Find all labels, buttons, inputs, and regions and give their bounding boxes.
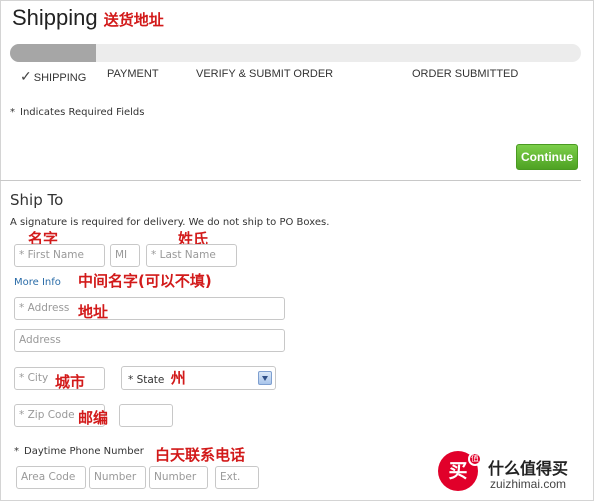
first-name-input[interactable]: * First Name [14, 244, 105, 267]
phone-number-1-input[interactable]: Number [89, 466, 146, 489]
state-select-value: * State [128, 374, 165, 386]
section-divider [0, 180, 581, 181]
step-shipping-label: SHIPPING [33, 72, 87, 84]
delivery-notice: A signature is required for delivery. We… [10, 217, 330, 228]
phone-label-text: Daytime Phone Number [24, 446, 144, 457]
state-select[interactable]: * State 州 [121, 366, 276, 390]
checkmark-icon: ✓ [20, 68, 32, 84]
required-fields-note: * Indicates Required Fields [10, 107, 144, 118]
checkout-progress-fill [10, 44, 96, 62]
phone-area-code-input[interactable]: Area Code [16, 466, 86, 489]
address-line2-input[interactable]: Address [14, 329, 285, 352]
continue-button[interactable]: Continue [516, 144, 578, 170]
step-order-submitted: ORDER SUBMITTED [412, 68, 518, 80]
page-title: Shipping 送货地址 [12, 5, 164, 31]
step-shipping: ✓ SHIPPING [20, 68, 86, 85]
state-annotation: 州 [170, 369, 186, 387]
chevron-down-icon[interactable] [258, 371, 272, 385]
watermark-text: 什么值得买 [488, 459, 569, 478]
phone-number-2-input[interactable]: Number [149, 466, 208, 489]
step-payment: PAYMENT [107, 68, 159, 80]
step-submitted-label: ORDER SUBMITTED [412, 68, 519, 80]
last-name-input[interactable]: * Last Name [146, 244, 237, 267]
page-title-annotation: 送货地址 [103, 11, 164, 29]
zip-extension-input[interactable] [119, 404, 173, 427]
required-fields-text: Indicates Required Fields [20, 107, 145, 118]
address-line1-placeholder: * Address [19, 302, 70, 314]
middle-initial-input[interactable]: MI [110, 244, 140, 267]
zip-annotation: 邮编 [78, 409, 109, 427]
step-payment-label: PAYMENT [107, 68, 159, 80]
middle-name-annotation: 中间名字(可以不填) [78, 272, 212, 290]
address-annotation: 地址 [78, 303, 109, 321]
ship-to-heading: Ship To [10, 191, 64, 209]
address-line1-input[interactable]: * Address [14, 297, 285, 320]
checkout-progress-bar [10, 44, 581, 62]
city-annotation: 城市 [55, 373, 86, 391]
step-verify-label: VERIFY & SUBMIT ORDER [196, 68, 334, 80]
watermark-url: zuizhimai.com [490, 477, 567, 491]
step-verify-submit: VERIFY & SUBMIT ORDER [196, 68, 333, 80]
required-asterisk-icon: * [14, 446, 19, 457]
phone-label: * Daytime Phone Number [14, 446, 144, 457]
phone-annotation: 白天联系电话 [155, 446, 246, 464]
watermark-badge: 值 [468, 452, 482, 466]
page-title-text: Shipping [12, 5, 98, 30]
required-asterisk-icon: * [10, 107, 15, 118]
more-info-link[interactable]: More Info [14, 277, 61, 288]
phone-extension-input[interactable]: Ext. [215, 466, 259, 489]
